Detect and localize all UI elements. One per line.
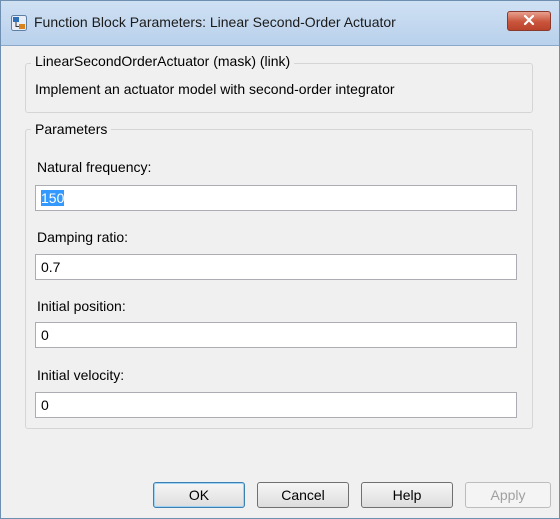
close-button[interactable]: [507, 11, 551, 31]
initial-velocity-field[interactable]: 0: [35, 392, 517, 418]
damping-ratio-value: 0.7: [41, 259, 61, 275]
initial-position-value: 0: [41, 327, 49, 343]
initial-velocity-label: Initial velocity:: [37, 367, 125, 383]
initial-velocity-value: 0: [41, 397, 49, 413]
natural-frequency-label: Natural frequency:: [37, 159, 152, 175]
damping-ratio-label: Damping ratio:: [37, 229, 129, 245]
mask-header: LinearSecondOrderActuator (mask) (link): [31, 53, 295, 69]
damping-ratio-field[interactable]: 0.7: [35, 254, 517, 280]
cancel-button[interactable]: Cancel: [257, 482, 349, 508]
ok-button[interactable]: OK: [153, 482, 245, 508]
close-icon: [523, 13, 535, 29]
initial-position-label: Initial position:: [37, 298, 126, 314]
natural-frequency-field[interactable]: 150: [35, 185, 517, 211]
help-button[interactable]: Help: [361, 482, 453, 508]
initial-position-field[interactable]: 0: [35, 322, 517, 348]
mask-description: Implement an actuator model with second-…: [35, 81, 395, 97]
natural-frequency-value: 150: [41, 190, 65, 206]
parameters-legend: Parameters: [31, 121, 112, 137]
title-bar[interactable]: Function Block Parameters: Linear Second…: [1, 1, 559, 46]
apply-button[interactable]: Apply: [465, 482, 551, 508]
window-title: Function Block Parameters: Linear Second…: [34, 14, 396, 30]
simulink-block-icon: [11, 15, 27, 31]
dialog-window: Function Block Parameters: Linear Second…: [0, 0, 560, 519]
